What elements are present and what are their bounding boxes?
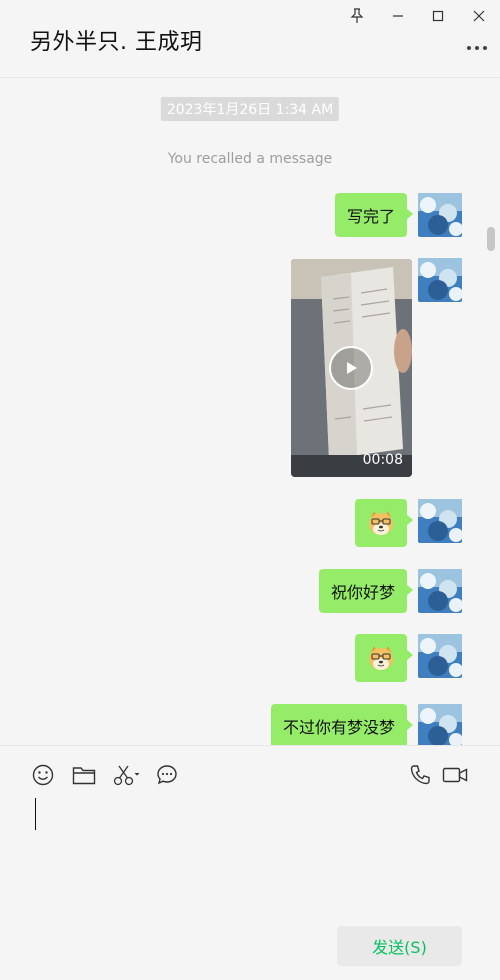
title-bar: 另外半只. 王成玥 [0,0,500,78]
avatar-image [418,704,462,745]
play-button[interactable] [329,346,373,390]
doge-emoji-icon [369,511,393,535]
avatar[interactable] [418,258,462,302]
video-camera-icon [442,767,468,783]
text-cursor[interactable] [35,798,36,830]
avatar[interactable] [418,704,462,745]
avatar[interactable] [418,634,462,678]
emoji-button[interactable] [30,762,56,788]
send-file-button[interactable] [71,762,97,788]
more-icon [467,46,487,50]
doge-emoji-icon [369,646,393,670]
message-list[interactable]: 2023年1月26日 1:34 AM You recalled a messag… [0,79,500,745]
scrollbar-thumb[interactable] [487,227,495,251]
pin-button[interactable] [342,4,372,28]
message-timestamp: 2023年1月26日 1:34 AM [160,97,340,121]
avatar-image [418,193,462,237]
avatar-image [418,258,462,302]
avatar-image [418,634,462,678]
avatar-image [418,499,462,543]
minimize-button[interactable] [383,4,413,28]
avatar[interactable] [418,569,462,613]
emoji-message[interactable] [355,634,413,682]
pin-icon [350,8,364,23]
scissors-icon [113,765,140,786]
minimize-icon [393,15,403,17]
close-icon [473,10,485,22]
message-bubble[interactable]: 写完了 [334,193,414,237]
avatar[interactable] [418,193,462,237]
chat-bubble-icon [157,765,177,785]
recall-notice: You recalled a message [167,151,333,167]
maximize-icon [432,10,444,22]
video-call-button[interactable] [441,762,469,788]
screenshot-button[interactable] [112,762,142,788]
more-button[interactable] [464,38,490,58]
play-icon [347,362,357,374]
emoji-message[interactable] [355,499,413,547]
video-message[interactable]: 00:08 [291,259,412,477]
folder-icon [72,767,96,785]
message-bubble[interactable]: 不过你有梦没梦 [270,704,414,745]
avatar-image [418,569,462,613]
input-area: 发送(S) [0,745,500,980]
video-duration: 00:08 [362,452,403,468]
send-button[interactable]: 发送(S) [337,926,462,966]
close-button[interactable] [464,4,494,28]
chat-title: 另外半只. 王成玥 [30,30,203,55]
voice-call-button[interactable] [407,762,433,788]
phone-icon [410,765,430,785]
avatar[interactable] [418,499,462,543]
chat-history-button[interactable] [154,762,180,788]
message-bubble[interactable]: 祝你好梦 [318,569,414,613]
maximize-button[interactable] [423,4,453,28]
smiley-icon [32,764,54,786]
